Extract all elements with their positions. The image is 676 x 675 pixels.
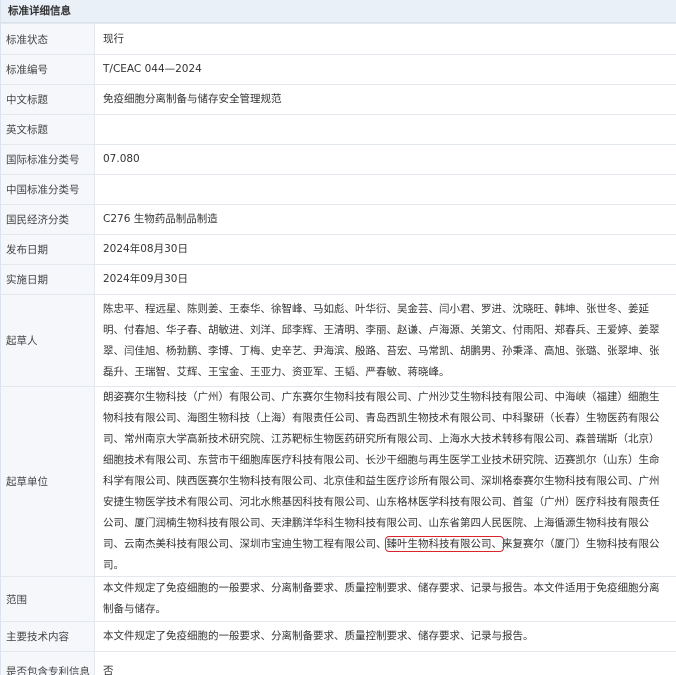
row-label-status: 标准状态	[1, 23, 95, 55]
row-label-tech-content: 主要技术内容	[1, 621, 95, 652]
table-row: 国际标准分类号 07.080	[1, 144, 676, 175]
row-value-ics: 07.080	[94, 144, 676, 175]
row-label-ics: 国际标准分类号	[1, 144, 95, 175]
table-row: 范围 本文件规定了免疫细胞的一般要求、分离制备要求、质量控制要求、储存要求、记录…	[1, 576, 676, 622]
highlighted-unit: 臻叶生物科技有限公司、	[384, 536, 504, 552]
row-label-ccs: 中国标准分类号	[1, 174, 95, 205]
detail-table: 标准状态 现行 标准编号 T/CEAC 044—2024 中文标题 免疫细胞分离…	[1, 23, 676, 675]
standard-detail-panel: 标准详细信息 标准状态 现行 标准编号 T/CEAC 044—2024 中文标题…	[0, 0, 676, 675]
table-row: 国民经济分类 C276 生物药品制品制造	[1, 204, 676, 235]
row-value-economy: C276 生物药品制品制造	[94, 204, 676, 235]
table-row: 标准状态 现行	[1, 23, 676, 55]
row-label-cn-title: 中文标题	[1, 84, 95, 115]
table-row: 标准编号 T/CEAC 044—2024	[1, 54, 676, 85]
table-row: 是否包含专利信息 否	[1, 651, 676, 675]
row-label-drafting-units: 起草单位	[1, 386, 95, 577]
row-value-publish-date: 2024年08月30日	[94, 234, 676, 265]
row-value-tech-content: 本文件规定了免疫细胞的一般要求、分离制备要求、质量控制要求、储存要求、记录与报告…	[94, 621, 676, 652]
table-row: 中国标准分类号	[1, 174, 676, 205]
row-value-drafting-units: 朗姿赛尔生物科技（广州）有限公司、广东赛尔生物科技有限公司、广州沙艾生物科技有限…	[94, 386, 676, 577]
table-row: 实施日期 2024年09月30日	[1, 264, 676, 295]
row-label-patent: 是否包含专利信息	[1, 651, 95, 675]
row-label-economy: 国民经济分类	[1, 204, 95, 235]
row-label-en-title: 英文标题	[1, 114, 95, 145]
table-row: 发布日期 2024年08月30日	[1, 234, 676, 265]
row-label-publish-date: 发布日期	[1, 234, 95, 265]
row-value-patent: 否	[94, 651, 676, 675]
row-value-drafters: 陈忠平、程远星、陈则姜、王泰华、徐智峰、马如彪、叶华衍、吴金芸、闫小君、罗进、沈…	[94, 294, 676, 387]
row-value-scope: 本文件规定了免疫细胞的一般要求、分离制备要求、质量控制要求、储存要求、记录与报告…	[94, 576, 676, 622]
row-label-effective-date: 实施日期	[1, 264, 95, 295]
row-label-number: 标准编号	[1, 54, 95, 85]
row-label-drafters: 起草人	[1, 294, 95, 387]
table-row: 起草单位 朗姿赛尔生物科技（广州）有限公司、广东赛尔生物科技有限公司、广州沙艾生…	[1, 386, 676, 577]
table-row: 中文标题 免疫细胞分离制备与储存安全管理规范	[1, 84, 676, 115]
panel-title: 标准详细信息	[1, 0, 676, 23]
drafting-units-text: 朗姿赛尔生物科技（广州）有限公司、广东赛尔生物科技有限公司、广州沙艾生物科技有限…	[103, 391, 660, 550]
row-value-cn-title: 免疫细胞分离制备与储存安全管理规范	[94, 84, 676, 115]
table-row: 起草人 陈忠平、程远星、陈则姜、王泰华、徐智峰、马如彪、叶华衍、吴金芸、闫小君、…	[1, 294, 676, 387]
row-label-scope: 范围	[1, 576, 95, 622]
table-row: 英文标题	[1, 114, 676, 145]
row-value-effective-date: 2024年09月30日	[94, 264, 676, 295]
row-value-number: T/CEAC 044—2024	[94, 54, 676, 85]
row-value-ccs	[94, 174, 676, 205]
row-value-en-title	[94, 114, 676, 145]
table-row: 主要技术内容 本文件规定了免疫细胞的一般要求、分离制备要求、质量控制要求、储存要…	[1, 621, 676, 652]
row-value-status: 现行	[94, 23, 676, 55]
